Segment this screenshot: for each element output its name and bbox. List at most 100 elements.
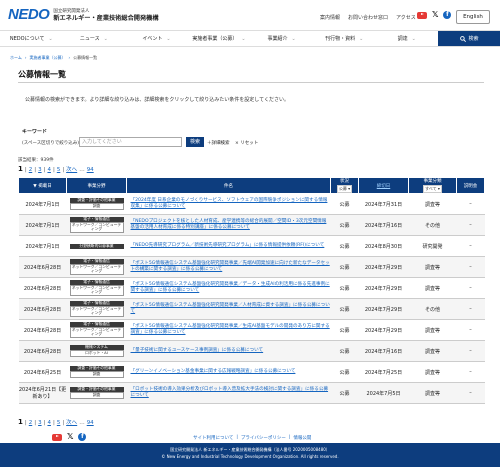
english-button[interactable]: English [456,10,490,24]
row-deadline: 2024年7月16日 [358,340,409,362]
site-header: NEDO 国立研究開発法人 新エネルギー・産業技術総合開発機構 案内情報 お問い… [0,0,500,30]
next-page-link[interactable]: 次へ [66,418,77,426]
footer-copyright: © New Energy and Industrial Technology D… [161,454,339,459]
row-notice: – [456,298,485,320]
page-link[interactable]: 2 [29,167,33,173]
row-title-link[interactable]: 「NEDO先導研究プログラム／新技術先導研究プログラム」に係る情報提供依頼(RF… [126,235,331,257]
table-row: 2024年6月28日 電子・情報通信 ネットワーク／コンピューティング 「ポスト5G情… [18,256,485,278]
youtube-icon[interactable] [52,433,62,441]
row-type: 電子・情報通信 ネットワーク／コンピューティング [66,214,127,236]
row-type: 電子・情報通信 ネットワーク／コンピューティング [66,298,127,320]
page-link[interactable]: 5 [57,420,61,426]
category-select[interactable]: すべて ▾ [423,185,442,193]
row-title-link[interactable]: 「ポスト5G情報通信システム基盤強化研究開発事業／データ・生成AIの利活用に係る… [126,277,331,299]
status-select[interactable]: 公募 ▾ [336,185,353,193]
row-title-link[interactable]: 「グリーンイノベーション基金事業に関する広報戦略調査」に係る公募について [126,361,331,383]
keyword-input[interactable]: 入力してください [79,137,182,147]
table-row: 2024年6月28日 電子・情報通信 ネットワーク／コンピューティング 「ポスト5G情… [18,298,485,320]
row-title-link[interactable]: 「ポスト5G情報通信システム基盤強化研究開発事業／人材育成に資する調査」に係る公… [126,298,331,320]
row-status: 公募 [330,319,359,341]
row-notice: – [456,235,485,257]
sector-tag: 電子・情報通信 ネットワーク／コンピューティング [69,216,124,234]
row-status: 公募 [330,214,359,236]
nedo-logo: NEDO [8,6,50,23]
row-title-link[interactable]: 「ロボット技術の導入効果分析及びロボット導入普及拡大手法の検討に関する調査」に係… [126,382,331,404]
row-notice: – [456,256,485,278]
nav-publications[interactable]: 刊行物・資料 ⌄ [313,31,376,46]
sector-subtag: ネットワーク／コンピューティング [69,221,124,234]
page-link[interactable]: 5 [57,167,61,173]
row-title-link[interactable]: 「NEDOプロジェクトを核とした人材育成、産学連携等の総合的展開／空間ID・3次… [126,214,331,236]
page-link[interactable]: 3 [38,167,42,173]
row-notice: – [456,214,485,236]
row-date: 2024年6月28日 [18,298,67,320]
row-status: 公募 [330,256,359,278]
page-link[interactable]: 4 [47,420,51,426]
page-link[interactable]: 2 [29,420,33,426]
nav-procurement[interactable]: 調達 ⌄ [375,31,438,46]
breadcrumb: ホーム › 実施者事業（公募） › 公募情報一覧 [10,55,98,61]
link-contact[interactable]: お問い合わせ窓口 [348,14,388,21]
link-guide[interactable]: 案内情報 [320,14,340,21]
nav-search-button[interactable]: 検索 [438,31,500,46]
site-logo[interactable]: NEDO 国立研究開発法人 新エネルギー・産業技術総合開発機構 [8,6,159,23]
row-title-link[interactable]: 「ポスト5G情報通信システム基盤強化研究開発事業／先端AI開発加速に向けた新たな… [126,256,331,278]
table-row: 2024年7月1日 電子・情報通信 ネットワーク／コンピューティング 「NEDOプロジ… [18,214,485,236]
next-page-link[interactable]: 次へ [66,165,77,173]
chevron-down-icon: ⌄ [241,35,246,42]
facebook-icon[interactable]: f [443,11,452,19]
chevron-down-icon: ⌄ [166,35,171,42]
nav-news[interactable]: ニュース ⌄ [63,31,126,46]
footer-link-privacy[interactable]: プライバシーポリシー [241,435,286,441]
last-page-link[interactable]: 94 [87,420,94,426]
sector-subtag: ネットワーク／コンピューティング [69,305,124,318]
row-status: 公募 [330,193,359,215]
row-title-link[interactable]: 「量子技術に関するユースケース事例調査」に係る公募について [126,340,331,362]
row-type: 電子・情報通信 ネットワーク／コンピューティング [66,277,127,299]
reset-button[interactable]: × リセット [235,140,258,146]
sector-tag: 電子・情報通信 ネットワーク／コンピューティング [69,279,124,297]
row-type: 調査・評価その他事業 調査 [66,361,127,383]
breadcrumb-home[interactable]: ホーム [10,55,22,61]
x-icon[interactable]: 𝕏 [67,433,73,441]
chevron-down-icon: ⌄ [103,35,108,42]
footer-org: 国立研究開発法人 新エネルギー・産業技術総合開発機構（法人番号 20200050… [170,447,330,452]
youtube-icon[interactable] [417,11,427,19]
nav-events[interactable]: イベント ⌄ [125,31,188,46]
col-deadline[interactable]: 締切日 [358,177,409,194]
col-name: 件名 [126,177,331,194]
page-link[interactable]: 4 [47,167,51,173]
table-row: 2024年6月21日【更新あり】 調査・評価その他事業 調査 「ロボット技術の導入効果… [18,382,485,404]
facebook-icon[interactable]: f [78,433,87,441]
nav-projects[interactable]: 事業紹介 ⌄ [250,31,313,46]
row-category: 調査等 [408,277,457,299]
page-link[interactable]: 3 [38,420,42,426]
sector-main: 分野横断的公募事業 [69,243,124,249]
row-deadline: 2024年7月16日 [358,214,409,236]
footer-link-disclosure[interactable]: 情報公開 [293,435,311,441]
row-category: 調査等 [408,382,457,404]
row-date: 2024年6月28日 [18,256,67,278]
row-title-link[interactable]: 「2024年度 日系企業のモノづくりサービス、ソフトウェアの国際競争ポジションに… [126,193,331,215]
col-status: 状況 公募 ▾ [330,177,359,194]
nav-koubo[interactable]: 実施者事業（公募） ⌄ [188,31,251,46]
link-access[interactable]: アクセス [396,14,416,21]
row-date: 2024年7月1日 [18,214,67,236]
social-links: 𝕏 f [417,11,452,19]
col-date[interactable]: ▼ 掲載日 [18,177,67,194]
last-page-link[interactable]: 94 [87,167,94,173]
nav-about[interactable]: NEDOについて ⌄ [0,31,63,46]
col-type: 事業分野 [66,177,127,194]
sector-tag: 調査・評価その他事業 調査 [69,386,124,399]
x-icon[interactable]: 𝕏 [432,11,438,19]
search-button[interactable]: 検索 [186,137,204,147]
site-footer: 国立研究開発法人 新エネルギー・産業技術総合開発機構（法人番号 20200050… [0,443,500,467]
breadcrumb-koubo[interactable]: 実施者事業（公募） [30,55,66,61]
global-nav: NEDOについて ⌄ ニュース ⌄ イベント ⌄ 実施者事業（公募） ⌄ 事業紹介 ⌄ 刊… [0,30,500,47]
detail-search-toggle[interactable]: ＋詳細検索 [207,140,230,146]
row-status: 公募 [330,298,359,320]
footer-link-terms[interactable]: サイト利用について [193,435,233,441]
row-date: 2024年6月25日 [18,361,67,383]
row-title-link[interactable]: 「ポスト5G情報通信システム基盤強化研究開発事業／生成AI基盤モデルの開発のあり… [126,319,331,341]
pagination-top: 1 | 2 | 3 | 4 | 5 | 次へ… 94 [18,165,94,173]
